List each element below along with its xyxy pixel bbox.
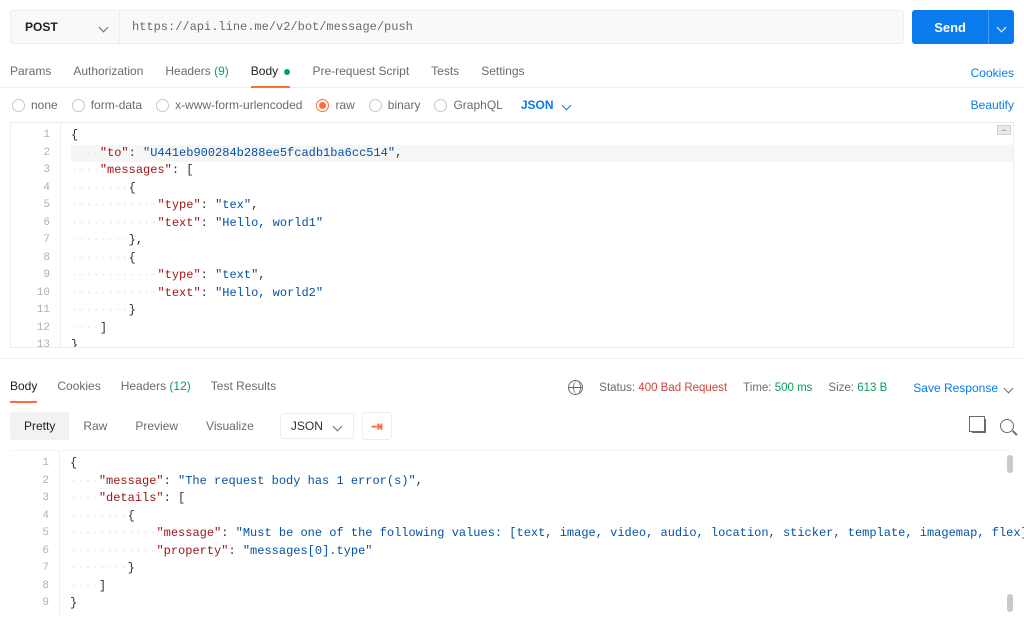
view-tab-raw[interactable]: Raw — [69, 412, 121, 440]
wrap-lines-button[interactable]: ⇥ — [362, 412, 392, 440]
url-input[interactable]: https://api.line.me/v2/bot/message/push — [120, 10, 904, 44]
chevron-down-icon — [99, 22, 109, 32]
radio-icon — [12, 99, 25, 112]
body-type-none[interactable]: none — [12, 98, 58, 112]
response-gutter: 123456789 — [10, 451, 60, 616]
http-method-select[interactable]: POST — [10, 10, 120, 44]
body-type-none-label: none — [31, 98, 58, 112]
status-label: Status: — [599, 382, 635, 394]
tab-params[interactable]: Params — [10, 58, 51, 87]
headers-count: (9) — [214, 64, 229, 78]
view-tab-visualize[interactable]: Visualize — [192, 412, 268, 440]
tab-headers[interactable]: Headers (9) — [165, 58, 228, 87]
response-view-tabs: Pretty Raw Preview Visualize — [10, 412, 268, 440]
radio-icon — [434, 99, 447, 112]
raw-language-value: JSON — [521, 98, 554, 112]
scrollbar-thumb-top[interactable] — [1007, 455, 1013, 473]
http-method-value: POST — [25, 20, 58, 34]
url-value: https://api.line.me/v2/bot/message/push — [132, 20, 413, 34]
cookies-link[interactable]: Cookies — [971, 66, 1014, 80]
response-tab-body[interactable]: Body — [10, 373, 37, 402]
tab-body-label: Body — [251, 64, 278, 78]
chevron-down-icon — [1004, 383, 1014, 393]
response-body-viewer[interactable]: 123456789 {····"message": "The request b… — [10, 450, 1014, 616]
response-tab-test-results[interactable]: Test Results — [211, 373, 276, 402]
radio-icon — [156, 99, 169, 112]
response-tab-headers-label: Headers — [121, 379, 166, 393]
raw-language-select[interactable]: JSON — [521, 98, 572, 112]
tab-authorization[interactable]: Authorization — [73, 58, 143, 87]
save-response-label: Save Response — [913, 381, 998, 395]
response-language-select[interactable]: JSON — [280, 413, 354, 439]
body-type-xwww[interactable]: x-www-form-urlencoded — [156, 98, 302, 112]
body-type-graphql[interactable]: GraphQL — [434, 98, 502, 112]
editor-gutter: 12345678910111213 — [11, 123, 61, 347]
chevron-down-icon — [562, 100, 572, 110]
view-tab-pretty[interactable]: Pretty — [10, 412, 69, 440]
beautify-button[interactable]: Beautify — [971, 98, 1014, 112]
body-type-formdata-label: form-data — [91, 98, 142, 112]
time-label: Time: — [743, 382, 771, 394]
size-value: 613 B — [857, 382, 887, 394]
response-tab-headers[interactable]: Headers (12) — [121, 373, 191, 402]
status-group: Status: 400 Bad Request — [599, 382, 727, 394]
time-value: 500 ms — [775, 382, 813, 394]
wrap-icon: ⇥ — [371, 418, 383, 435]
status-value: 400 Bad Request — [638, 382, 727, 394]
tab-settings[interactable]: Settings — [481, 58, 524, 87]
send-dropdown[interactable] — [988, 10, 1014, 44]
body-type-xwww-label: x-www-form-urlencoded — [175, 98, 302, 112]
response-language-value: JSON — [291, 419, 323, 433]
copy-response-icon[interactable] — [972, 419, 986, 433]
body-type-binary[interactable]: binary — [369, 98, 421, 112]
tab-prerequest[interactable]: Pre-request Script — [312, 58, 409, 87]
size-group: Size: 613 B — [828, 382, 887, 394]
search-response-icon[interactable] — [1000, 419, 1014, 433]
response-tab-cookies[interactable]: Cookies — [57, 373, 100, 402]
response-content: {····"message": "The request body has 1 … — [60, 451, 1014, 613]
body-type-formdata[interactable]: form-data — [72, 98, 142, 112]
chevron-down-icon — [333, 421, 343, 431]
body-type-binary-label: binary — [388, 98, 421, 112]
tab-body[interactable]: Body — [251, 58, 291, 87]
tab-headers-label: Headers — [165, 64, 210, 78]
response-headers-count: (12) — [169, 379, 190, 393]
save-response-button[interactable]: Save Response — [913, 381, 1014, 395]
chevron-down-icon — [997, 22, 1007, 32]
body-type-graphql-label: GraphQL — [453, 98, 502, 112]
scrollbar-thumb-bottom[interactable] — [1007, 594, 1013, 612]
radio-icon — [72, 99, 85, 112]
size-label: Size: — [828, 382, 854, 394]
network-icon[interactable] — [568, 380, 583, 395]
time-group: Time: 500 ms — [743, 382, 812, 394]
request-body-editor[interactable]: − 12345678910111213 {····"to": "U441eb90… — [10, 122, 1014, 348]
send-button[interactable]: Send — [912, 10, 988, 44]
body-type-raw[interactable]: raw — [316, 98, 354, 112]
view-tab-preview[interactable]: Preview — [121, 412, 192, 440]
body-modified-dot-icon — [284, 69, 290, 75]
radio-icon — [369, 99, 382, 112]
radio-icon — [316, 99, 329, 112]
editor-content: {····"to": "U441eb900284b288ee5fcadb1ba6… — [61, 123, 1013, 348]
tab-tests[interactable]: Tests — [431, 58, 459, 87]
body-type-raw-label: raw — [335, 98, 354, 112]
fold-indicator-icon: − — [997, 125, 1011, 135]
